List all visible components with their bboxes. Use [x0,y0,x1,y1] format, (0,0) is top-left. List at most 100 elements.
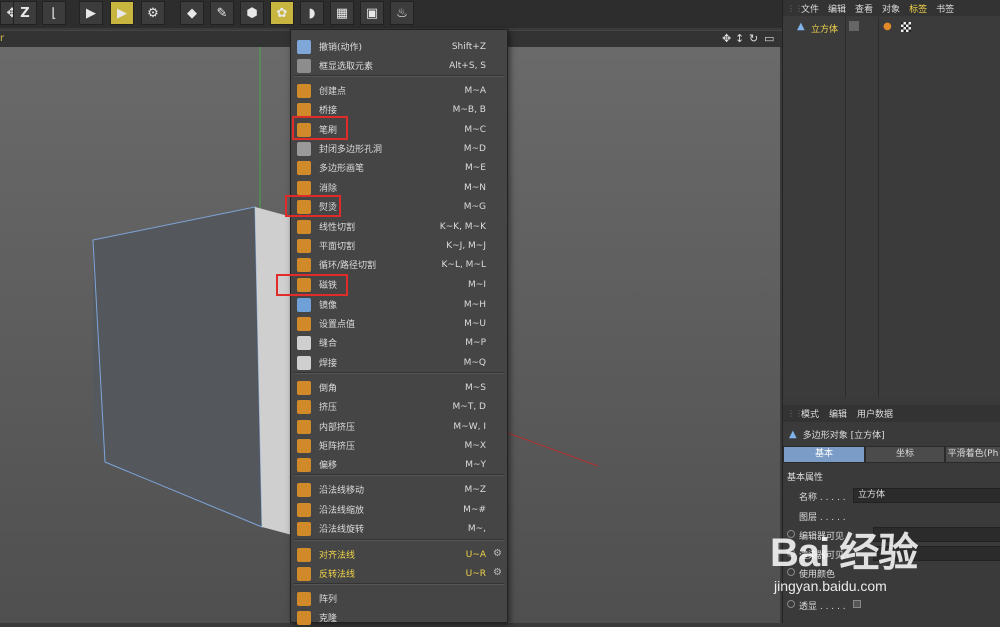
menu-item-label: 反转法线 [319,570,356,580]
column-divider [878,17,879,397]
menu-item[interactable]: 设置点值 M~U [292,314,506,333]
xray-checkbox[interactable] [853,600,861,608]
menu-item[interactable]: 沿法线移动 M~Z [292,480,506,499]
rotate-view-icon[interactable]: ↻ [749,32,758,45]
menu-item-label: 平面切割 [319,242,356,252]
object-menu-item[interactable]: 文件 [801,2,819,15]
menu-item-icon [297,257,311,272]
menu-separator [294,583,504,585]
axis-icon[interactable]: ⌊ [42,1,66,25]
menu-item-label: 桥接 [319,106,338,116]
menu-item[interactable]: 挤压 M~T, D [292,397,506,416]
render-settings-icon[interactable]: ⚙ [141,1,165,25]
menu-item[interactable]: 矩阵挤压 M~X [292,436,506,455]
menu-item-shortcut: M~S [464,382,486,393]
light-icon[interactable]: ♨ [390,1,414,25]
menu-item[interactable]: 镜像 M~H [292,295,506,314]
menu-item[interactable]: 沿法线旋转 M~, [292,519,506,538]
floor-icon[interactable]: ▦ [330,1,354,25]
menu-item-shortcut: M~Y [465,459,486,470]
menu-item[interactable]: 反转法线 U~R ⚙ [292,564,506,583]
menu-item-shortcut: K~L, M~L [441,259,487,270]
attribute-menu-item[interactable]: 编辑 [829,407,847,420]
camera-icon[interactable]: ▣ [360,1,384,25]
object-menu-item[interactable]: 书签 [936,2,954,15]
menu-item[interactable]: 创建点 M~A [292,81,506,100]
menu-item-shortcut: Shift+Z [451,41,486,52]
menu-item[interactable]: 克隆 [292,608,506,627]
gear-icon[interactable]: ⚙ [493,567,502,578]
menu-item[interactable]: 内部挤压 M~W, I [292,417,506,436]
menu-item-shortcut: M~H [463,299,486,310]
column-divider [845,17,846,397]
subdivision-icon[interactable]: ⬢ [240,1,264,25]
object-row[interactable]: ▲ 立方体 ● [787,21,999,35]
menu-item[interactable]: 多边形画笔 M~E [292,158,506,177]
section-header: 基本属性 [787,473,824,483]
material-tag-icon[interactable]: ● [883,21,892,32]
deformer-icon[interactable]: ◗ [300,1,324,25]
menu-separator [294,75,504,77]
polygon-object-icon: ▲ [789,428,797,440]
attribute-menu-item[interactable]: 模式 [801,407,819,420]
menu-item[interactable]: 阵列 [292,589,506,608]
render-visible-dropdown[interactable] [873,546,1000,561]
layer-field-row: 图层 . . . . . [783,507,1000,525]
render-visible-radio[interactable] [787,549,795,557]
attribute-menu-item[interactable]: 用户数据 [857,407,893,420]
menu-item[interactable]: 循环/路径切割 K~L, M~L [292,255,506,274]
z-icon[interactable]: Z [13,1,37,25]
move-view-icon[interactable]: ✥ [722,32,731,45]
menu-item-icon [297,482,311,497]
render-visible-label: 渲染器可见 [799,551,845,561]
menu-item-icon [297,58,311,73]
menu-item-icon [297,438,311,453]
menu-item-label: 沿法线缩放 [319,506,365,516]
menu-item-icon [297,180,311,195]
menu-item[interactable]: 线性切割 K~K, M~K [292,217,506,236]
xray-radio[interactable] [787,600,795,608]
object-menu-item[interactable]: 标签 [909,2,927,15]
menu-item[interactable]: 沿法线缩放 M~# [292,500,506,519]
menu-item-shortcut: M~C [464,124,486,135]
object-menu-item[interactable]: 查看 [855,2,873,15]
object-menu-item[interactable]: 编辑 [828,2,846,15]
maximize-view-icon[interactable]: ▭ [764,32,774,45]
menu-item-label: 倒角 [319,384,338,394]
editor-visible-dropdown[interactable] [873,527,1000,542]
menu-item[interactable]: 框显选取元素 Alt+S, S [292,56,506,75]
menu-item-shortcut: M~G [463,201,486,212]
use-color-radio[interactable] [787,568,795,576]
editor-visible-radio[interactable] [787,530,795,538]
editor-visible-label: 编辑器可见 [799,532,845,542]
gear-icon[interactable]: ⚙ [493,548,502,559]
name-field[interactable]: 立方体 [853,488,1000,503]
checker-tag-icon[interactable] [901,22,911,32]
menu-item[interactable]: 封闭多边形孔洞 M~D [292,139,506,158]
tab-phong[interactable]: 平滑着色(Ph [945,446,1000,463]
menu-item-label: 对齐法线 [319,551,356,561]
xray-row: 透显 . . . . . [783,596,1000,614]
menu-item[interactable]: 平面切割 K~J, M~J [292,236,506,255]
menu-item[interactable]: 偏移 M~Y [292,455,506,474]
tab-coordinates[interactable]: 坐标 [865,446,945,463]
object-menu-item[interactable]: 对象 [882,2,900,15]
cloner-icon[interactable]: ✿ [270,1,294,25]
menu-item[interactable]: 焊接 M~Q [292,353,506,372]
menu-item-icon [297,566,311,581]
menu-item[interactable]: 撤销(动作) Shift+Z [292,37,506,56]
menu-item[interactable]: 倒角 M~S [292,378,506,397]
object-manager-menubar: ⋮⋮ 文件 编辑 查看 对象 标签 书签 [783,0,1000,16]
layer-icon[interactable] [849,21,859,31]
pen-icon[interactable]: ✎ [210,1,234,25]
tab-basic[interactable]: 基本 [783,446,865,463]
zoom-view-icon[interactable]: ↕ [735,32,744,45]
menu-item-label: 撤销(动作) [319,43,363,53]
menu-item[interactable]: 缝合 M~P [292,333,506,352]
cube-icon[interactable]: ◆ [180,1,204,25]
menu-item-icon [297,521,311,536]
play-icon[interactable]: ▶ [79,1,103,25]
render-icon[interactable]: ▶ [110,1,134,25]
menu-item-label: 多边形画笔 [319,164,365,174]
menu-item[interactable]: 对齐法线 U~A ⚙ [292,545,506,564]
